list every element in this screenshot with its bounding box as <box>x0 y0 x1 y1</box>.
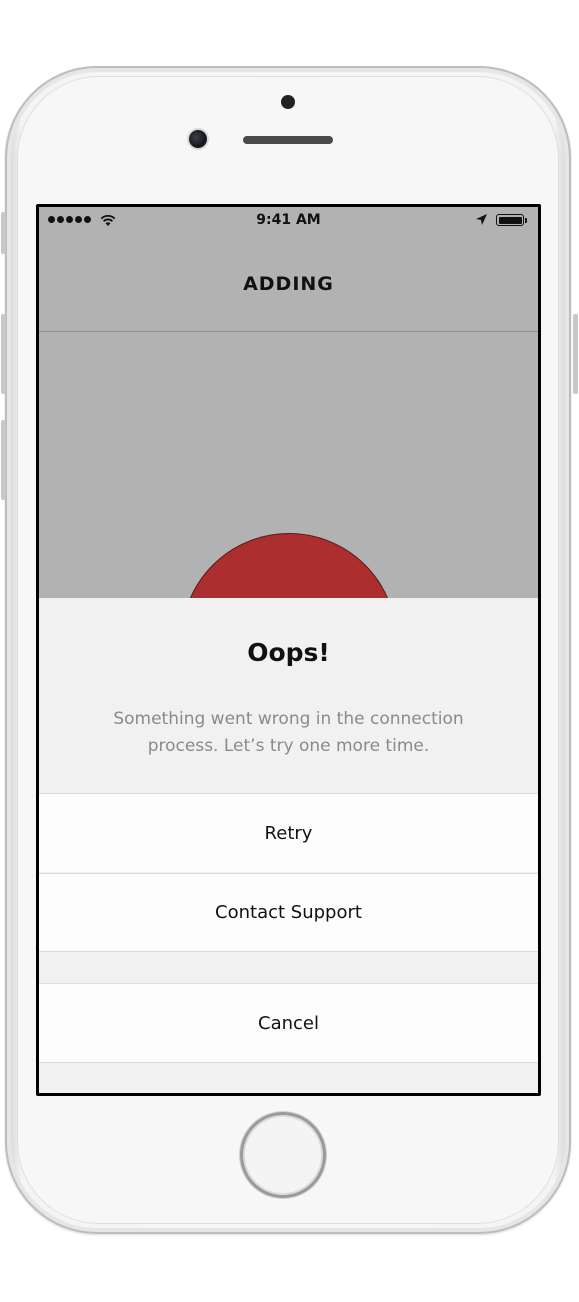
page-title: ADDING <box>243 273 334 295</box>
battery-icon <box>496 214 527 226</box>
navigation-bar: ADDING <box>39 235 538 332</box>
app-display: 9:41 AM ADDING Oops! Something went wron… <box>39 207 538 1093</box>
error-message: Something went wrong in the connection p… <box>113 709 464 756</box>
status-bar: 9:41 AM <box>39 207 538 235</box>
front-camera <box>189 130 207 148</box>
error-action-sheet: Oops! Something went wrong in the connec… <box>39 598 538 1093</box>
location-arrow-icon <box>476 214 487 225</box>
error-title: Oops! <box>247 638 330 667</box>
power-button <box>573 314 578 394</box>
contact-support-button[interactable]: Contact Support <box>39 873 538 952</box>
retry-button[interactable]: Retry <box>39 793 538 872</box>
home-button[interactable] <box>240 1112 326 1198</box>
status-time: 9:41 AM <box>256 212 321 228</box>
cancel-button[interactable]: Cancel <box>39 983 538 1063</box>
volume-down-button <box>1 420 6 500</box>
silent-switch <box>1 212 6 254</box>
volume-up-button <box>1 314 6 394</box>
proximity-sensor <box>281 95 295 109</box>
earpiece-speaker <box>243 136 333 144</box>
